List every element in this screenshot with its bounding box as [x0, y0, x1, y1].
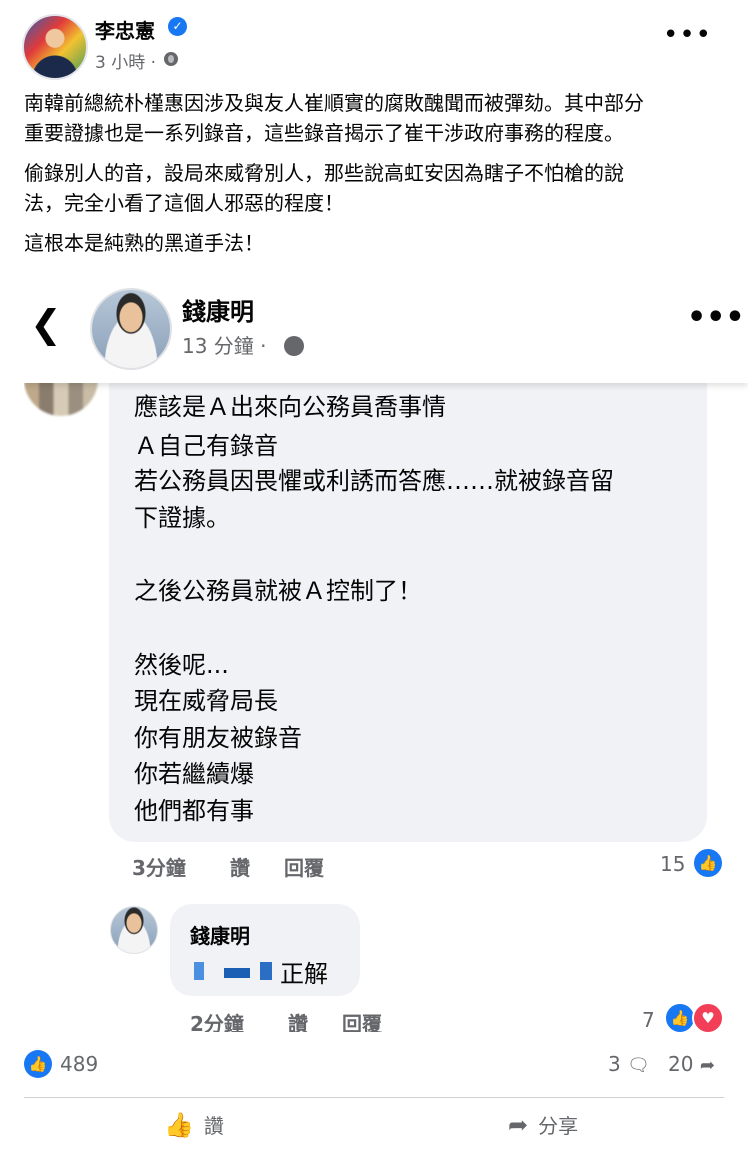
reply-reaction-count: 7	[642, 1008, 655, 1032]
embedded-more-icon: •••	[687, 300, 745, 335]
reply-author-name: 錢康明	[190, 924, 250, 948]
reaction-count[interactable]: 489	[60, 1052, 98, 1076]
like-button[interactable]: 👍 讚	[164, 1110, 224, 1144]
post-text-line: 重要證據也是一系列錄音，這些錄音揭示了崔干涉政府事務的程度。	[24, 121, 624, 145]
post-timestamp[interactable]: 3 小時 ·	[95, 48, 156, 73]
post-text-line: 這根本是純熟的黑道手法！	[24, 231, 264, 255]
comment-line: 之後公務員就被Ａ控制了！	[134, 577, 422, 605]
embedded-author-avatar	[90, 288, 172, 370]
footer-divider	[24, 1097, 724, 1098]
share-button[interactable]: ➦ 分享	[508, 1110, 578, 1144]
like-reaction-icon: 👍	[24, 1050, 52, 1078]
comment-line: 若公務員因畏懼或利誘而答應……就被錄音留	[134, 467, 614, 495]
share-count[interactable]: 20 ➦	[668, 1052, 715, 1076]
embedded-globe-icon	[284, 336, 304, 356]
comment-line: 應該是Ａ出來向公務員喬事情	[134, 393, 446, 421]
reply-text: 正解	[280, 960, 328, 988]
comment-line: 然後呢...	[134, 651, 229, 679]
love-reaction-icon: ♥	[692, 1002, 724, 1032]
post-text-line: 南韓前總統朴槿惠因涉及與友人崔順實的腐敗醜聞而被彈劾。其中部分	[24, 91, 644, 115]
like-button-label: 讚	[203, 1114, 224, 1138]
public-globe-icon	[164, 52, 178, 66]
verified-badge-icon: ✓	[168, 17, 187, 36]
reply-author-avatar	[110, 906, 158, 954]
post-text-line: 偷錄別人的音，設局來威脅別人，那些說高虹安因為瞎子不怕槍的說	[24, 161, 624, 185]
share-arrow-icon: ➦	[508, 1111, 529, 1139]
comment-count-value: 3	[608, 1052, 621, 1076]
post-text-line: 法，完全小看了這個人邪惡的程度！	[24, 191, 344, 215]
comment-line: Ａ自己有錄音	[134, 432, 278, 460]
share-count-value: 20	[668, 1052, 694, 1076]
author-avatar[interactable]	[22, 14, 88, 80]
share-button-label: 分享	[538, 1114, 579, 1138]
more-options-icon[interactable]: •••	[663, 22, 712, 48]
embedded-header: ❮ 錢康明 13 分鐘 · •••	[24, 278, 748, 383]
embedded-screenshot[interactable]: ❮ 錢康明 13 分鐘 · ••• 應該是Ａ出來向公務員喬事情 Ａ自己有錄音 若…	[24, 278, 748, 1032]
emoji-bar-icon	[224, 968, 250, 978]
comment-line: 現在威脅局長	[134, 687, 278, 715]
comment-line: 他們都有事	[134, 797, 254, 825]
back-arrow-icon: ❮	[30, 302, 62, 346]
embedded-timestamp: 13 分鐘 ·	[182, 334, 267, 358]
author-name[interactable]: 李忠憲	[95, 15, 155, 44]
comment-reply-link: 回覆	[284, 856, 324, 880]
share-small-icon: ➦	[699, 1055, 715, 1076]
comment-reaction-count: 15	[660, 852, 686, 876]
thumbs-up-icon: 👍	[164, 1111, 194, 1139]
embedded-author-name: 錢康明	[182, 298, 254, 326]
reply-like-link: 讚	[288, 1012, 308, 1032]
emoji-flag-icon	[260, 962, 272, 980]
comment-time: 3分鐘	[132, 856, 186, 880]
comment-line: 你有朋友被錄音	[134, 724, 302, 752]
comment-icon: 🗨	[627, 1055, 650, 1076]
like-reaction-icon: 👍	[692, 847, 724, 879]
comment-like-link: 讚	[230, 856, 250, 880]
reply-time: 2分鐘	[190, 1012, 244, 1032]
reply-bubble	[170, 904, 360, 996]
comment-line: 下證據。	[134, 504, 230, 532]
comment-line: 你若繼續爆	[134, 760, 254, 788]
emoji-flag-icon	[194, 962, 204, 980]
reply-reply-link: 回覆	[342, 1012, 382, 1032]
comment-count[interactable]: 3 🗨	[608, 1052, 650, 1076]
